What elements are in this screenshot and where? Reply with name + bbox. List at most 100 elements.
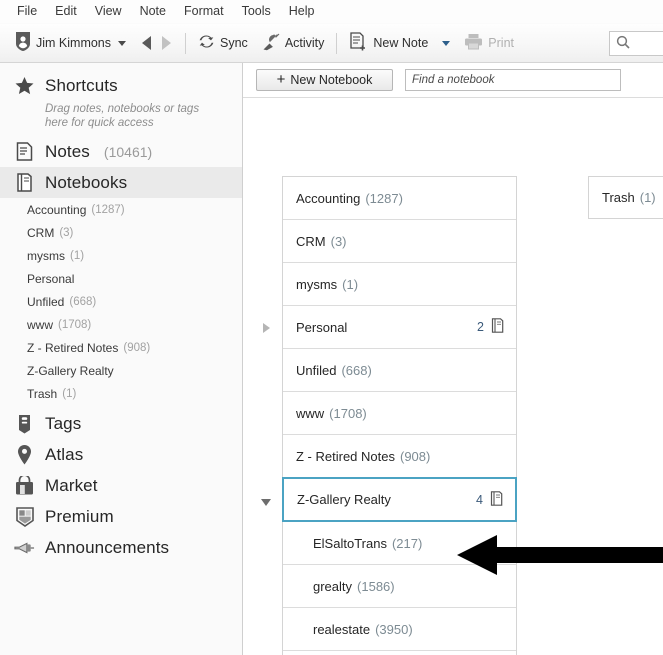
trash-name: Trash — [602, 190, 635, 205]
sidebar-notebook-z-retired-notes[interactable]: Z - Retired Notes (908) — [0, 336, 242, 359]
menu-item-tools[interactable]: Tools — [233, 0, 280, 23]
sidebar-shortcuts-label: Shortcuts — [45, 75, 118, 95]
sidebar-market-label: Market — [45, 475, 98, 495]
sidebar-notebook-personal[interactable]: Personal — [0, 267, 242, 290]
notebook-name: ElSaltoTrans — [313, 535, 387, 551]
notebook-row-crm[interactable]: CRM (3) — [283, 220, 516, 263]
sidebar-item-announcements[interactable]: Announcements — [0, 532, 242, 563]
notebook-name: realestate — [313, 621, 371, 637]
chevron-down-icon[interactable] — [442, 40, 451, 46]
expand-expanded-icon[interactable] — [260, 496, 272, 508]
menu-item-view[interactable]: View — [86, 0, 131, 23]
chevron-down-icon — [118, 40, 127, 46]
navigation-buttons — [133, 36, 180, 50]
sidebar-item-notes[interactable]: Notes (10461) — [0, 136, 242, 167]
notebook-count: (668) — [341, 362, 372, 378]
notebook-count: (1) — [70, 249, 85, 262]
notebook-count: (1586) — [357, 578, 395, 594]
notebook-row-personal[interactable]: Personal 2 — [262, 306, 516, 349]
user-avatar-icon — [15, 32, 31, 54]
notebook-row-elsaltotrans[interactable]: ElSaltoTrans (217) — [283, 522, 516, 565]
notebook-row-accounting[interactable]: Accounting (1287) — [283, 177, 516, 220]
notebook-row-unfiled[interactable]: Unfiled (668) — [283, 349, 516, 392]
stack-count: 4 — [476, 492, 483, 507]
toolbar-divider-1 — [185, 32, 187, 54]
notebook-name: Accounting — [27, 202, 87, 217]
sidebar-item-tags[interactable]: Tags — [0, 408, 242, 439]
main-toolbar: Jim Kimmons Sync Activity New Note Print — [0, 24, 663, 63]
menu-item-help[interactable]: Help — [280, 0, 324, 23]
new-notebook-button[interactable]: + New Notebook — [256, 69, 393, 91]
notebook-count: (1287) — [365, 190, 403, 206]
sidebar-premium-label: Premium — [45, 506, 114, 526]
forward-arrow-icon — [162, 36, 172, 50]
activity-label: Activity — [284, 36, 325, 50]
premium-badge-icon — [14, 506, 35, 527]
find-notebook-input[interactable]: Find a notebook — [405, 69, 621, 91]
megaphone-icon — [14, 541, 35, 555]
sidebar-notebook-www[interactable]: www (1708) — [0, 313, 242, 336]
sidebar-notes-label: Notes — [45, 141, 90, 161]
sidebar-notes-count: (10461) — [103, 143, 153, 160]
back-arrow-icon[interactable] — [142, 36, 152, 50]
notebook-row-z-gallery-realty[interactable]: Z-Gallery Realty 4 — [261, 477, 517, 522]
notebook-name: mysms — [27, 248, 65, 263]
notebook-count: (1) — [342, 276, 359, 292]
shopping-bag-icon — [14, 476, 35, 495]
notebook-row-wf-to-bell[interactable]: WF to Bell (19) — [283, 651, 516, 655]
sidebar-notebook-list: Accounting (1287) CRM (3) mysms (1) Pers… — [0, 198, 242, 405]
sidebar-notebook-accounting[interactable]: Accounting (1287) — [0, 198, 242, 221]
satellite-dish-icon — [262, 33, 280, 54]
notebook-count: (3) — [330, 233, 347, 249]
star-icon — [14, 76, 35, 95]
notebook-name: grealty — [313, 578, 353, 594]
notebook-count: (1287) — [91, 203, 125, 216]
menu-item-note[interactable]: Note — [131, 0, 175, 23]
notebook-count: (1) — [62, 387, 77, 400]
notebook-name: Personal — [296, 319, 348, 335]
notebook-row-grealty[interactable]: grealty (1586) — [283, 565, 516, 608]
account-menu[interactable]: Jim Kimmons — [8, 28, 133, 58]
sidebar-atlas-label: Atlas — [45, 444, 84, 464]
sidebar-tags-label: Tags — [45, 413, 82, 433]
sidebar-item-premium[interactable]: Premium — [0, 501, 242, 532]
search-icon — [616, 35, 630, 52]
activity-button[interactable]: Activity — [255, 28, 332, 58]
notebook-list-card: Accounting (1287) CRM (3) mysms (1) Pers… — [261, 176, 517, 655]
notebook-stack-indicator: 4 — [476, 490, 503, 509]
printer-icon — [464, 33, 483, 53]
notebook-row-realestate[interactable]: realestate (3950) — [283, 608, 516, 651]
sidebar-notebook-trash[interactable]: Trash (1) — [0, 382, 242, 405]
tag-icon — [14, 414, 35, 434]
shortcuts-hint: Drag notes, notebooks or tags here for q… — [45, 103, 200, 129]
sidebar-item-notebooks[interactable]: Notebooks — [0, 167, 242, 198]
find-notebook-placeholder: Find a notebook — [412, 74, 495, 86]
notebook-name: www — [27, 317, 53, 332]
notebook-name: Personal — [27, 271, 75, 286]
menu-item-format[interactable]: Format — [175, 0, 233, 23]
sidebar-notebook-z-gallery-realty[interactable]: Z-Gallery Realty — [0, 359, 242, 382]
sidebar-item-atlas[interactable]: Atlas — [0, 439, 242, 470]
menu-item-edit[interactable]: Edit — [46, 0, 86, 23]
expand-collapsed-icon[interactable] — [260, 322, 272, 334]
notebook-row-www[interactable]: www (1708) — [283, 392, 516, 435]
sidebar-notebook-unfiled[interactable]: Unfiled (668) — [0, 290, 242, 313]
search-input[interactable] — [609, 31, 663, 56]
notebook-row-z-retired-notes[interactable]: Z - Retired Notes (908) — [283, 435, 516, 478]
notebook-count: (3) — [59, 226, 74, 239]
trash-card[interactable]: Trash (1) — [588, 176, 663, 219]
sidebar-notebook-crm[interactable]: CRM (3) — [0, 221, 242, 244]
notebook-row-mysms[interactable]: mysms (1) — [283, 263, 516, 306]
left-sidebar: Shortcuts Drag notes, notebooks or tags … — [0, 63, 243, 655]
sidebar-notebook-mysms[interactable]: mysms (1) — [0, 244, 242, 267]
sidebar-item-market[interactable]: Market — [0, 470, 242, 501]
menu-item-file[interactable]: File — [8, 0, 46, 23]
new-note-button[interactable]: New Note — [342, 28, 457, 58]
sidebar-item-shortcuts[interactable]: Shortcuts — [0, 70, 242, 101]
notebook-stack-indicator: 2 — [477, 318, 504, 336]
sync-button[interactable]: Sync — [191, 28, 255, 58]
notebook-name: Z - Retired Notes — [27, 340, 119, 355]
menu-bar: File Edit View Note Format Tools Help — [0, 0, 663, 24]
stack-notebook-icon — [491, 318, 504, 336]
notebooks-panel: + New Notebook Find a notebook Accountin… — [243, 63, 663, 655]
